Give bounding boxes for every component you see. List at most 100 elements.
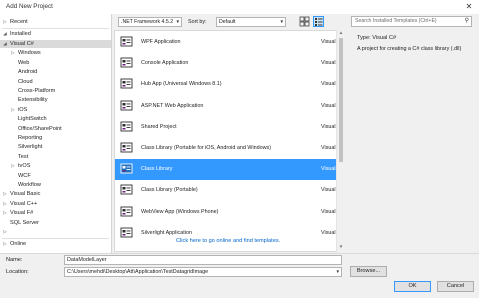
template-name: Class Library (Portable for iOS, Android… bbox=[141, 145, 272, 151]
tree-node-online[interactable]: ▷ Online bbox=[0, 240, 111, 248]
tree-node-label: Windows bbox=[18, 50, 41, 57]
framework-value: .NET Framework 4.5.2 bbox=[121, 19, 174, 25]
tree-node[interactable]: ▷ Visual F# bbox=[0, 209, 111, 217]
tree-node[interactable]: ▷ Windows bbox=[0, 49, 111, 57]
tree-node[interactable]: ◢ Visual C# bbox=[0, 40, 111, 48]
template-item[interactable]: ASP.NET Web Application Visual C# bbox=[115, 96, 344, 117]
tree-node[interactable]: Android bbox=[0, 68, 111, 76]
chevron-down-icon: ▼ bbox=[279, 19, 284, 24]
tree-node-installed[interactable]: ◢ Installed bbox=[0, 30, 111, 38]
tree-node[interactable]: Office/SharePoint bbox=[0, 125, 111, 133]
template-item[interactable]: Class Library Visual C# bbox=[115, 159, 344, 181]
tree-node[interactable]: WCF bbox=[0, 172, 111, 180]
tree-node[interactable]: Workflow bbox=[0, 181, 111, 189]
shared-project-icon bbox=[120, 121, 133, 132]
expand-arrow-icon[interactable]: ▷ bbox=[2, 190, 8, 198]
tree-node[interactable]: LightSwitch bbox=[0, 115, 111, 123]
tree-node-recent[interactable]: ▷ Recent bbox=[0, 18, 111, 26]
sort-value: Default bbox=[219, 19, 236, 25]
tree-node-label: Online bbox=[10, 241, 27, 247]
template-item[interactable]: Class Library (Portable for iOS, Android… bbox=[115, 138, 344, 159]
tree-node-label: Silverlight bbox=[18, 144, 43, 151]
expand-arrow-icon[interactable]: ▷ bbox=[10, 106, 16, 114]
tree-node[interactable]: ▷ bbox=[0, 228, 111, 236]
tree-node[interactable]: SQL Server bbox=[0, 219, 111, 227]
expand-arrow-icon[interactable]: ▷ bbox=[2, 18, 8, 26]
web-app-icon bbox=[120, 100, 133, 111]
wpf-app-icon bbox=[120, 36, 133, 47]
tree-node[interactable]: ▷ iOS bbox=[0, 106, 111, 114]
tree-node[interactable]: Web bbox=[0, 59, 111, 67]
search-templates-input[interactable]: Search Installed Templates (Ctrl+E) ⚲ bbox=[351, 16, 472, 27]
divider bbox=[2, 238, 109, 239]
hub-app-icon bbox=[120, 78, 133, 89]
tree-node-label: Extensibility bbox=[18, 97, 48, 104]
template-item[interactable]: WebView App (Windows Phone) Visual C# bbox=[115, 202, 344, 223]
tree-node-label: iOS bbox=[18, 106, 28, 113]
project-name-input[interactable]: DataModelLayer bbox=[64, 255, 342, 265]
tree-node[interactable]: Silverlight bbox=[0, 143, 111, 151]
collapse-arrow-icon[interactable]: ◢ bbox=[2, 40, 8, 48]
list-view-button[interactable] bbox=[313, 16, 324, 27]
window-title: Add New Project bbox=[6, 3, 53, 10]
expand-arrow-icon[interactable]: ▷ bbox=[2, 228, 8, 236]
tree-node[interactable]: ▷ tvOS bbox=[0, 162, 111, 170]
project-details-form: Name: DataModelLayer Location: C:\Users\… bbox=[0, 253, 479, 298]
browse-button[interactable]: Browse... bbox=[350, 266, 387, 277]
chevron-down-icon: ▼ bbox=[175, 19, 180, 24]
scrollbar-thumb[interactable] bbox=[339, 38, 343, 162]
tree-node[interactable]: Cloud bbox=[0, 78, 111, 86]
ok-button[interactable]: OK bbox=[394, 281, 431, 292]
location-value: C:\Users\mehdi\Desktop\Att\Application\T… bbox=[67, 269, 209, 275]
tree-node-label: SQL Server bbox=[10, 219, 40, 226]
tree-node-label: WCF bbox=[18, 172, 31, 179]
tree-node[interactable]: Reporting bbox=[0, 134, 111, 142]
expand-arrow-icon[interactable]: ▷ bbox=[2, 209, 8, 217]
expand-arrow-icon[interactable]: ▷ bbox=[2, 240, 8, 248]
template-item[interactable]: Class Library (Portable) Visual C# bbox=[115, 180, 344, 201]
tree-node[interactable]: ▷ Visual C++ bbox=[0, 200, 111, 208]
template-type: Type: Visual C# bbox=[357, 35, 396, 41]
template-item[interactable]: Shared Project Visual C# bbox=[115, 117, 344, 138]
template-category-tree: ▷ Recent ◢ Installed ◢ Visual C# ▷ Windows W… bbox=[0, 14, 112, 253]
template-name: Class Library bbox=[141, 166, 173, 173]
small-icons-view-icon bbox=[299, 16, 310, 27]
expand-arrow-icon[interactable]: ▷ bbox=[2, 200, 8, 208]
type-label: Type: bbox=[357, 35, 371, 41]
chevron-down-icon[interactable]: ▼ bbox=[335, 268, 340, 276]
list-view-icon bbox=[315, 18, 323, 26]
template-item[interactable]: WPF Application Visual C# bbox=[115, 32, 344, 53]
location-input[interactable]: C:\Users\mehdi\Desktop\Att\Application\T… bbox=[64, 267, 342, 277]
tree-node-label: tvOS bbox=[18, 163, 31, 170]
sort-label: Sort by: bbox=[188, 19, 207, 25]
online-templates-link[interactable]: Click here to go online and find templat… bbox=[176, 238, 280, 244]
template-list-scrollbar[interactable]: ▲ ▼ bbox=[336, 30, 345, 252]
template-name: Shared Project bbox=[141, 123, 177, 130]
search-icon[interactable]: ⚲ bbox=[465, 17, 469, 26]
tree-node-label: Visual Basic bbox=[10, 191, 41, 198]
small-icons-view-button[interactable] bbox=[299, 16, 310, 27]
cancel-button[interactable]: Cancel bbox=[437, 281, 474, 292]
tree-node-label: LightSwitch bbox=[18, 116, 47, 123]
tree-node[interactable]: Test bbox=[0, 153, 111, 161]
tree-node[interactable]: Extensibility bbox=[0, 96, 111, 104]
tree-node-label: Test bbox=[18, 153, 29, 160]
sort-select[interactable]: Default ▼ bbox=[216, 17, 286, 27]
name-label: Name: bbox=[6, 257, 23, 263]
framework-select[interactable]: .NET Framework 4.5.2 ▼ bbox=[118, 17, 182, 27]
divider bbox=[2, 28, 109, 29]
portable-library-icon bbox=[120, 142, 133, 153]
scroll-up-icon[interactable]: ▲ bbox=[337, 30, 345, 35]
collapse-arrow-icon[interactable]: ◢ bbox=[2, 30, 8, 38]
tree-node[interactable]: ▷ Visual Basic bbox=[0, 190, 111, 198]
tree-node-label: Visual C++ bbox=[10, 200, 38, 207]
template-item[interactable]: Hub App (Universal Windows 8.1) Visual C# bbox=[115, 74, 344, 95]
template-item[interactable]: Console Application Visual C# bbox=[115, 53, 344, 74]
expand-arrow-icon[interactable]: ▷ bbox=[10, 49, 16, 57]
tree-node[interactable]: Cross-Platform bbox=[0, 87, 111, 95]
scroll-down-icon[interactable]: ▼ bbox=[337, 244, 345, 249]
close-icon[interactable]: ✕ bbox=[462, 0, 476, 14]
template-name: Silverlight Application bbox=[141, 229, 192, 236]
expand-arrow-icon[interactable]: ▷ bbox=[10, 162, 16, 170]
template-name: Hub App (Universal Windows 8.1) bbox=[141, 81, 222, 88]
